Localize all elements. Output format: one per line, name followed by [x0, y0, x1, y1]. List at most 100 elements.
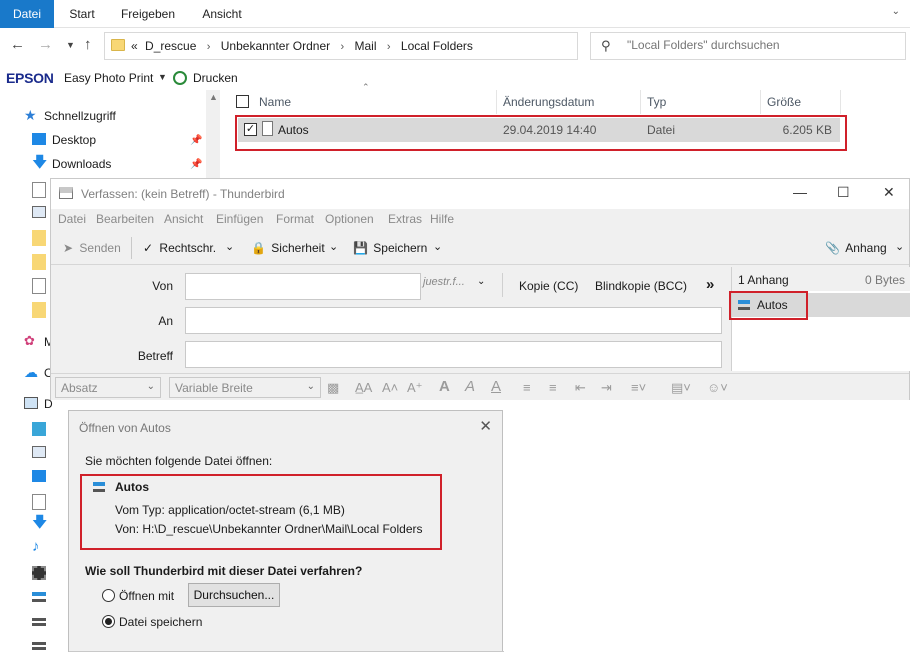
close-icon[interactable]: ✕ — [479, 417, 492, 435]
document-icon[interactable] — [32, 182, 46, 198]
ribbon-collapse-icon[interactable]: ⌄ — [892, 6, 900, 17]
attachment-header[interactable]: 1 Anhang 0 Bytes — [732, 267, 910, 291]
breadcrumb-item[interactable]: Local Folders — [401, 39, 473, 53]
underline-icon[interactable]: A — [491, 378, 501, 395]
menu-help[interactable]: Hilfe — [430, 212, 454, 226]
paragraph-format-select[interactable]: Absatz ⌄ — [55, 377, 161, 398]
nav-desktop[interactable]: Desktop — [52, 133, 96, 147]
drive-icon[interactable] — [32, 642, 46, 650]
picture-icon[interactable] — [32, 446, 46, 458]
folder-icon[interactable] — [32, 254, 46, 270]
music-icon[interactable]: ♪ — [32, 539, 46, 554]
save-dropdown-chevron-icon[interactable]: ⌄ — [433, 240, 442, 253]
tab-view[interactable]: Ansicht — [194, 0, 250, 28]
text-color-icon[interactable]: ▩ — [327, 380, 339, 396]
bullet-list-icon[interactable]: ≡ — [523, 380, 531, 395]
back-arrow-icon[interactable]: ← — [10, 36, 25, 53]
video-icon[interactable] — [32, 566, 46, 580]
font-smaller-icon[interactable]: A̲A — [355, 380, 372, 395]
open-with-label[interactable]: Öffnen mit — [119, 589, 174, 603]
menu-view[interactable]: Ansicht — [164, 212, 203, 226]
menu-extras[interactable]: Extras — [388, 212, 422, 226]
search-input[interactable] — [627, 38, 897, 52]
font-select[interactable]: Variable Breite ⌄ — [169, 377, 321, 398]
indent-icon[interactable]: ⇥ — [601, 380, 612, 396]
maximize-icon[interactable]: ☐ — [837, 184, 850, 201]
italic-icon[interactable]: A — [465, 378, 475, 395]
column-divider[interactable] — [840, 90, 841, 114]
attach-dropdown-chevron-icon[interactable]: ⌄ — [895, 240, 904, 253]
send-button[interactable]: ➤ Senden — [63, 241, 121, 255]
breadcrumb-item[interactable]: D_rescue — [145, 39, 196, 53]
easy-photo-print-button[interactable]: Easy Photo Print — [64, 71, 153, 85]
save-file-radio[interactable] — [102, 615, 115, 628]
save-file-label[interactable]: Datei speichern — [119, 615, 202, 629]
from-dropdown-chevron-icon[interactable]: ⌄ — [477, 276, 485, 287]
folder-icon[interactable] — [32, 302, 46, 318]
column-header-date[interactable]: Änderungsdatum — [503, 95, 594, 109]
close-icon[interactable]: ✕ — [883, 184, 895, 201]
menu-file[interactable]: Datei — [58, 212, 86, 226]
forward-arrow-icon[interactable]: → — [38, 36, 53, 53]
search-box[interactable]: ⚲ — [590, 32, 906, 60]
chevron-right-icon[interactable]: › — [341, 41, 345, 53]
picture-icon[interactable] — [32, 206, 46, 218]
menu-edit[interactable]: Bearbeiten — [96, 212, 154, 226]
column-header-type[interactable]: Typ — [647, 95, 666, 109]
minimize-icon[interactable]: — — [793, 184, 807, 200]
tab-share[interactable]: Freigeben — [114, 0, 182, 28]
subject-input[interactable] — [185, 341, 722, 368]
emoji-icon[interactable]: ☺˅ — [707, 380, 728, 395]
nav-downloads[interactable]: Downloads — [52, 157, 111, 171]
3d-objects-icon[interactable] — [32, 422, 46, 436]
address-bar[interactable]: « D_rescue › Unbekannter Ordner › Mail ›… — [104, 32, 675, 60]
nav-quick-access[interactable]: Schnellzugriff — [44, 109, 116, 123]
document-icon[interactable] — [32, 278, 46, 294]
caret-down-icon[interactable]: ▼ — [158, 72, 167, 82]
bold-icon[interactable]: A — [439, 378, 450, 395]
menu-insert[interactable]: Einfügen — [216, 212, 263, 226]
attach-button[interactable]: 📎 Anhang — [825, 241, 887, 255]
breadcrumb-item[interactable]: Mail — [355, 39, 377, 53]
chevron-right-icon[interactable]: › — [387, 41, 391, 53]
outdent-icon[interactable]: ⇤ — [575, 380, 586, 396]
folder-icon[interactable] — [32, 230, 46, 246]
drive-icon[interactable] — [32, 618, 46, 626]
spellcheck-button[interactable]: ✓ Rechtschr. — [143, 241, 216, 255]
print-button[interactable]: Drucken — [193, 71, 238, 85]
downloads-arrow-icon[interactable]: 🡇 — [32, 515, 47, 530]
font-larger-icon[interactable]: A˄ — [382, 380, 398, 395]
security-dropdown-chevron-icon[interactable]: ⌄ — [329, 240, 338, 253]
align-icon[interactable]: ≡˅ — [631, 380, 646, 395]
tab-start[interactable]: Start — [62, 0, 102, 28]
drive-icon[interactable] — [32, 592, 46, 602]
browse-button[interactable]: Durchsuchen... — [188, 583, 280, 607]
to-input[interactable] — [185, 307, 722, 334]
select-all-checkbox[interactable] — [236, 95, 249, 108]
from-identity-text[interactable]: juestr.f... — [423, 276, 465, 288]
from-field[interactable] — [185, 273, 421, 300]
security-button[interactable]: 🔒 Sicherheit — [251, 241, 325, 255]
pin-icon[interactable]: 📌 — [190, 135, 202, 146]
bcc-button[interactable]: Blindkopie (BCC) — [595, 279, 687, 293]
breadcrumb-item[interactable]: Unbekannter Ordner — [221, 39, 330, 53]
more-headers-icon[interactable]: » — [706, 276, 714, 293]
insert-image-icon[interactable]: ▤˅ — [671, 380, 691, 396]
save-button[interactable]: 💾 Speichern — [353, 241, 427, 255]
spellcheck-dropdown-chevron-icon[interactable]: ⌄ — [225, 240, 234, 253]
column-divider[interactable] — [760, 90, 761, 114]
menu-options[interactable]: Optionen — [325, 212, 374, 226]
document-icon[interactable] — [32, 494, 46, 510]
column-header-size[interactable]: Größe — [767, 95, 801, 109]
desktop-icon[interactable] — [32, 470, 46, 482]
column-header-name[interactable]: Name — [259, 95, 291, 109]
open-with-radio[interactable] — [102, 589, 115, 602]
column-divider[interactable] — [496, 90, 497, 114]
font-size-icon[interactable]: A⁺ — [407, 380, 423, 396]
menu-format[interactable]: Format — [276, 212, 314, 226]
nav-scrollbar[interactable]: ▲ — [206, 90, 220, 180]
tab-file[interactable]: Datei — [0, 0, 54, 28]
up-arrow-icon[interactable]: ↑ — [84, 36, 92, 53]
breadcrumb-prefix[interactable]: « — [131, 39, 138, 53]
chevron-right-icon[interactable]: › — [207, 41, 211, 53]
